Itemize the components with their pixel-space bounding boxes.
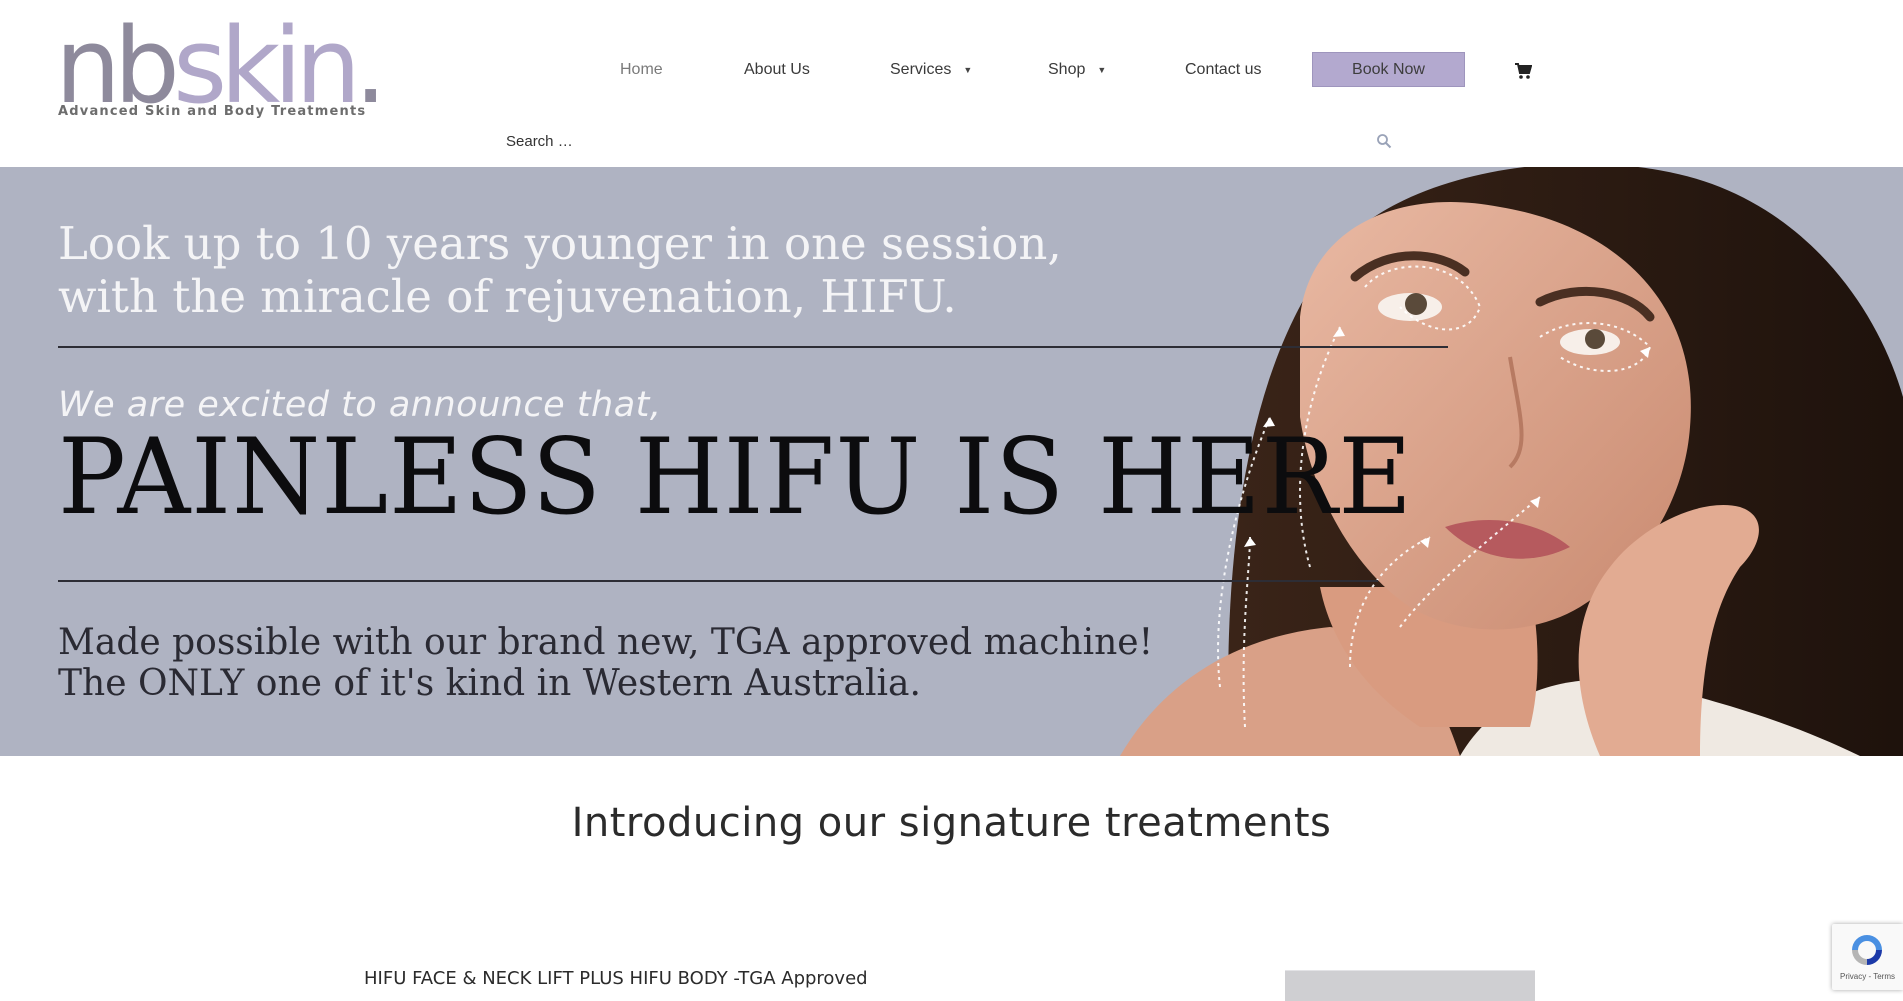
caret-down-icon: ▼ xyxy=(963,65,973,75)
hero-banner: Look up to 10 years younger in one sessi… xyxy=(0,167,1903,756)
book-now-button[interactable]: Book Now xyxy=(1312,52,1465,87)
section-title: Introducing our signature treatments xyxy=(571,800,1332,846)
search-input[interactable] xyxy=(500,126,1372,156)
logo-tagline: Advanced Skin and Body Treatments xyxy=(58,104,367,119)
hero-divider-top xyxy=(58,346,1448,348)
recaptcha-badge[interactable]: Privacy - Terms xyxy=(1832,924,1903,990)
hero-headline: PAINLESS HIFU IS HERE xyxy=(58,416,1413,538)
hero-subtext: Made possible with our brand new, TGA ap… xyxy=(58,622,1154,704)
hero-divider-bottom xyxy=(58,580,1378,582)
nav-home[interactable]: Home xyxy=(620,52,663,88)
caret-down-icon: ▼ xyxy=(1097,65,1107,75)
treatment-title[interactable]: HIFU FACE & NECK LIFT PLUS HIFU BODY -TG… xyxy=(364,968,868,989)
cart-icon[interactable] xyxy=(1514,62,1532,80)
recaptcha-icon xyxy=(1852,935,1882,965)
recaptcha-links[interactable]: Privacy - Terms xyxy=(1832,972,1903,981)
logo-wordmark: nbskin. xyxy=(55,5,387,127)
nav-shop[interactable]: Shop ▼ xyxy=(1048,52,1106,88)
search-form xyxy=(500,126,1400,156)
nav-contact-us[interactable]: Contact us xyxy=(1185,52,1261,88)
treatment-image xyxy=(1285,970,1535,1001)
site-logo[interactable]: nbskin. Advanced Skin and Body Treatment… xyxy=(55,14,387,124)
site-header: nbskin. Advanced Skin and Body Treatment… xyxy=(0,0,1903,167)
nav-about-us[interactable]: About Us xyxy=(744,52,810,88)
nav-services[interactable]: Services ▼ xyxy=(890,52,972,88)
hero-heading: Look up to 10 years younger in one sessi… xyxy=(58,217,1062,323)
search-icon[interactable] xyxy=(1376,133,1392,149)
